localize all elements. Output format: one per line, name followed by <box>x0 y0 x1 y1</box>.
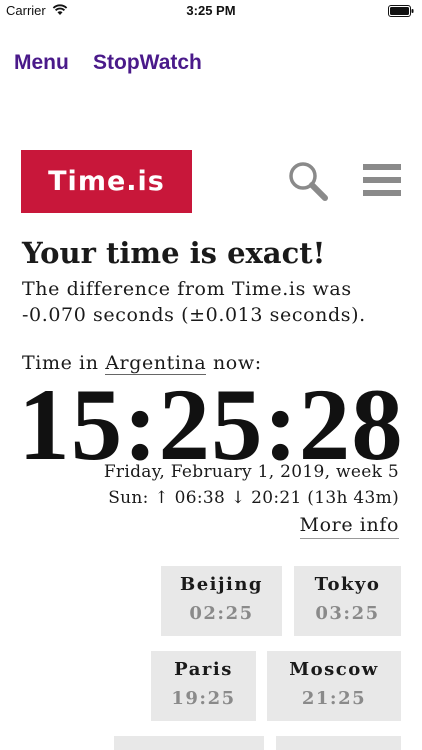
top-nav: Menu StopWatch <box>0 42 422 82</box>
hamburger-menu-icon <box>363 164 401 196</box>
city-name: Paris <box>174 659 233 680</box>
menu-link[interactable]: Menu <box>14 51 69 75</box>
city-name: Moscow <box>289 659 379 680</box>
city-tile-partial[interactable] <box>276 736 401 750</box>
hamburger-menu-button[interactable] <box>362 162 402 198</box>
clock-time: 3:25 PM <box>186 3 236 18</box>
search-button[interactable] <box>287 160 331 204</box>
logo-text: Time.is <box>48 166 165 197</box>
headline: Your time is exact! <box>22 236 326 270</box>
date-line: Friday, February 1, 2019, week 5 <box>103 462 399 482</box>
city-tile-partial[interactable] <box>114 736 264 750</box>
city-time: 03:25 <box>315 603 380 624</box>
city-tile-paris[interactable]: Paris 19:25 <box>151 651 256 721</box>
status-bar: Carrier 3:25 PM <box>0 0 422 22</box>
city-name: Beijing <box>179 574 264 595</box>
city-tile-beijing[interactable]: Beijing 02:25 <box>161 566 282 636</box>
city-name: Tokyo <box>314 574 381 595</box>
city-tile-moscow[interactable]: Moscow 21:25 <box>267 651 401 721</box>
city-time: 02:25 <box>189 603 254 624</box>
battery-icon <box>388 5 414 17</box>
time-is-logo[interactable]: Time.is <box>21 150 192 213</box>
city-time: 21:25 <box>301 688 367 709</box>
city-tile-tokyo[interactable]: Tokyo 03:25 <box>294 566 401 636</box>
sun-times: Sun: ↑ 06:38 ↓ 20:21 (13h 43m) <box>108 488 399 508</box>
search-icon <box>289 162 328 201</box>
stopwatch-link[interactable]: StopWatch <box>93 51 202 75</box>
difference-text: The difference from Time.is was -0.070 s… <box>22 278 366 326</box>
city-time: 19:25 <box>171 688 236 709</box>
more-info-link[interactable]: More info <box>299 514 399 539</box>
